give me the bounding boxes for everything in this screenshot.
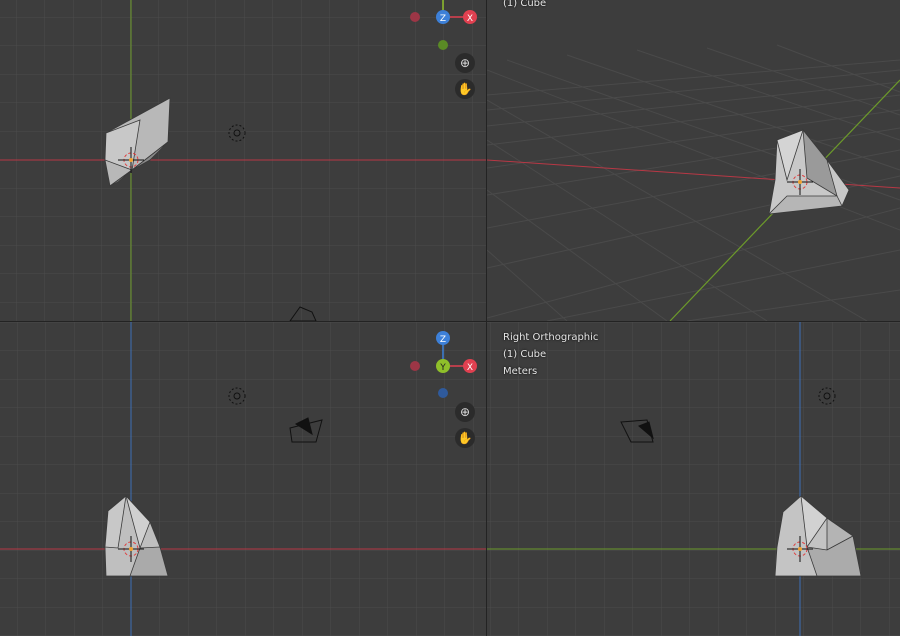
viewport-divider-horizontal[interactable] xyxy=(0,321,900,322)
gizmo-y-label: Y xyxy=(439,363,446,373)
neg-z-handle xyxy=(438,388,448,398)
viewport-info: (1) Cube xyxy=(503,0,546,12)
viewport-divider-vertical[interactable] xyxy=(486,0,487,636)
view-name: Right Orthographic xyxy=(503,332,599,343)
gizmo-x-label: X xyxy=(467,14,473,24)
navigation-gizmo[interactable]: Z X xyxy=(405,0,480,55)
viewport-info: Right Orthographic (1) Cube Meters xyxy=(503,329,598,380)
neg-x-handle xyxy=(410,361,420,371)
zoom-icon[interactable]: ⊕ xyxy=(455,53,475,73)
units-label: Meters xyxy=(503,366,538,377)
viewport-top-right[interactable]: (1) Cube xyxy=(487,0,900,321)
object-name: (1) Cube xyxy=(503,0,547,9)
gizmo-z-label: Z xyxy=(440,14,446,24)
viewport-bottom-left[interactable]: Z Y X ⊕ ✋ xyxy=(0,322,486,636)
object-name: (1) Cube xyxy=(503,349,547,360)
viewport-bottom-right[interactable]: Right Orthographic (1) Cube Meters xyxy=(487,322,900,636)
navigation-gizmo[interactable]: Z Y X xyxy=(405,327,480,402)
pan-hand-icon[interactable]: ✋ xyxy=(455,79,475,99)
gizmo-x-label: X xyxy=(467,363,473,373)
neg-x-handle xyxy=(410,12,420,22)
pan-hand-icon[interactable]: ✋ xyxy=(455,428,475,448)
viewport-top-left[interactable]: Z X ⊕ ✋ xyxy=(0,0,486,321)
zoom-icon[interactable]: ⊕ xyxy=(455,402,475,422)
perspective-grid xyxy=(487,44,900,321)
gizmo-z-label: Z xyxy=(440,335,446,345)
cube-mesh xyxy=(767,128,850,215)
neg-y-handle xyxy=(438,40,448,50)
